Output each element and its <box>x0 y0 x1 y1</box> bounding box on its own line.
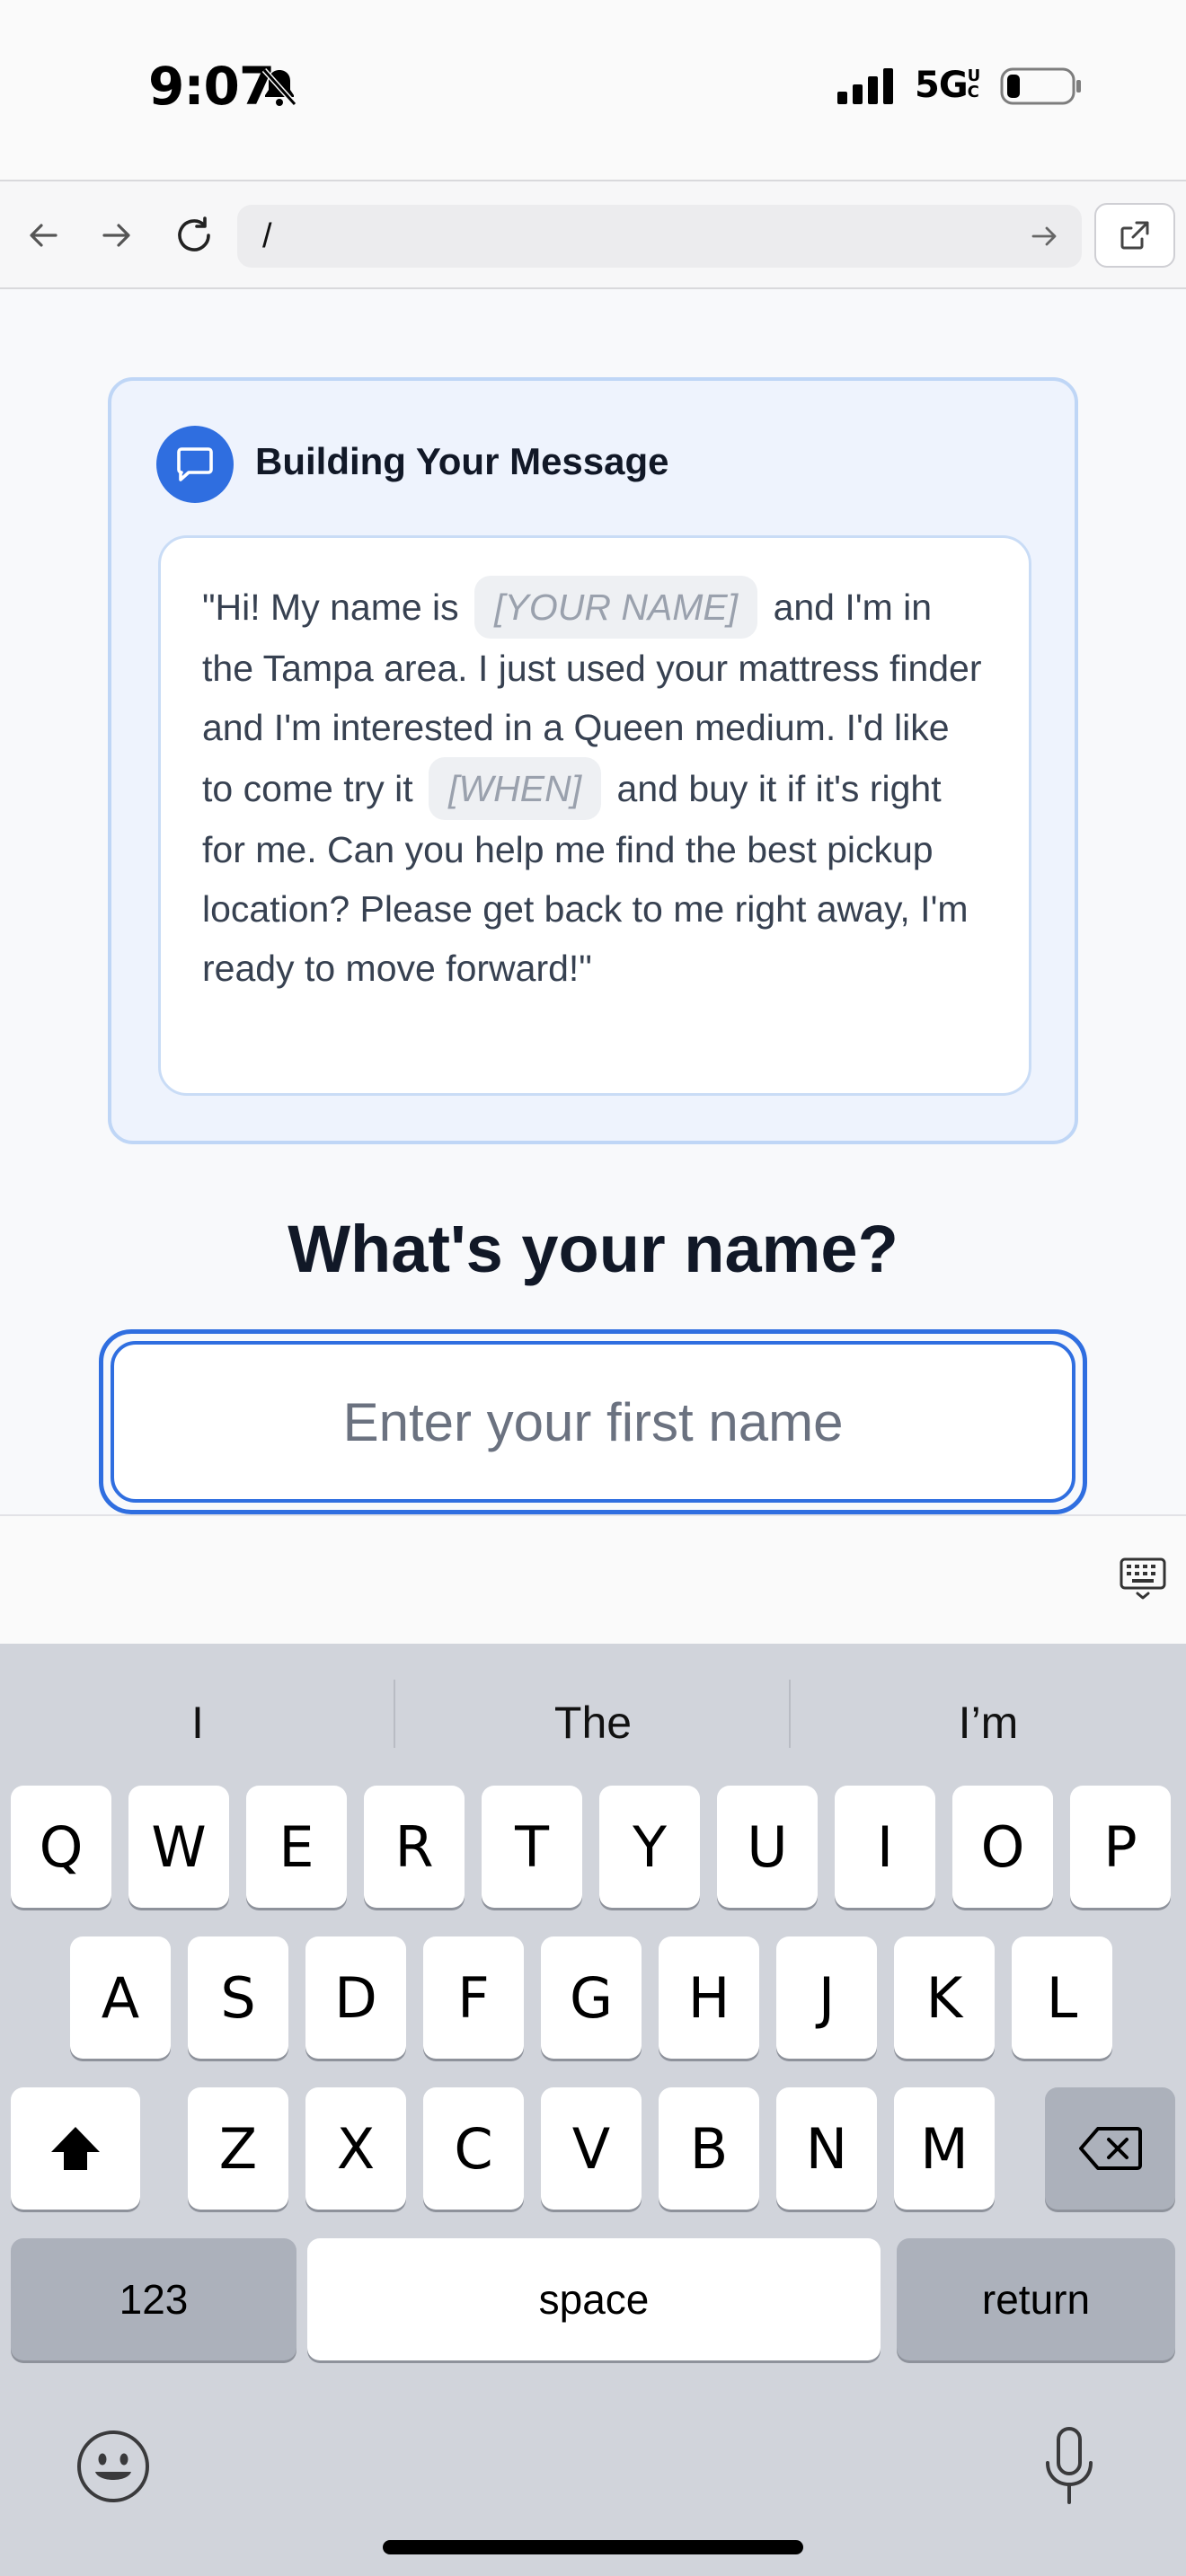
key-t[interactable]: T <box>482 1786 582 1908</box>
chat-bubble-icon <box>177 447 213 481</box>
card-icon-badge <box>156 426 234 503</box>
key-v[interactable]: V <box>541 2087 642 2210</box>
url-text: / <box>262 217 272 255</box>
home-indicator <box>383 2540 803 2554</box>
browser-toolbar: / <box>0 180 1186 289</box>
key-a[interactable]: A <box>70 1936 171 2059</box>
external-link-icon <box>1120 221 1149 250</box>
key-r[interactable]: R <box>364 1786 465 1908</box>
go-arrow-icon[interactable] <box>1028 219 1062 253</box>
battery-icon <box>1000 67 1081 105</box>
when-placeholder-chip: [WHEN] <box>429 757 602 820</box>
key-n[interactable]: N <box>776 2087 877 2210</box>
return-key[interactable]: return <box>897 2238 1175 2360</box>
on-screen-keyboard: I The I’m Q W E R T Y U I O P A S D F G … <box>0 1644 1186 2576</box>
keyboard-accessory-bar <box>0 1514 1186 1644</box>
shift-key[interactable] <box>11 2087 140 2210</box>
reload-button[interactable] <box>169 210 219 260</box>
suggestion-2[interactable]: The <box>395 1680 791 1766</box>
cellular-signal-icon <box>837 68 893 104</box>
bell-muted-icon <box>261 67 297 107</box>
suggestion-1[interactable]: I <box>0 1680 395 1766</box>
first-name-input[interactable] <box>111 1341 1075 1503</box>
key-u[interactable]: U <box>717 1786 818 1908</box>
key-b[interactable]: B <box>659 2087 759 2210</box>
microphone-icon[interactable] <box>1040 2425 1098 2508</box>
key-d[interactable]: D <box>305 1936 406 2059</box>
arrow-left-icon <box>30 224 58 247</box>
key-k[interactable]: K <box>894 1936 995 2059</box>
reload-icon <box>178 216 210 251</box>
key-m[interactable]: M <box>894 2087 995 2210</box>
key-f[interactable]: F <box>423 1936 524 2059</box>
key-y[interactable]: Y <box>599 1786 700 1908</box>
open-external-button[interactable] <box>1094 203 1175 268</box>
address-bar[interactable]: / <box>237 205 1082 268</box>
delete-backward-icon <box>1078 2127 1142 2170</box>
shift-arrow-icon <box>51 2127 100 2170</box>
key-c[interactable]: C <box>423 2087 524 2210</box>
message-text-box: "Hi! My name is [YOUR NAME] and I'm in t… <box>158 535 1031 1096</box>
key-i[interactable]: I <box>835 1786 935 1908</box>
status-time: 9:07 <box>148 56 275 117</box>
message-text-part: "Hi! My name is <box>202 587 459 628</box>
status-bar: 9:07 5GUC <box>0 0 1186 180</box>
key-p[interactable]: P <box>1070 1786 1171 1908</box>
key-j[interactable]: J <box>776 1936 877 2059</box>
question-title: What's your name? <box>288 1212 898 1286</box>
forward-button[interactable] <box>92 210 142 260</box>
emoji-icon[interactable] <box>75 2429 151 2504</box>
network-type-label: 5GUC <box>915 65 980 106</box>
numbers-key[interactable]: 123 <box>11 2238 296 2360</box>
key-h[interactable]: H <box>659 1936 759 2059</box>
key-l[interactable]: L <box>1012 1936 1112 2059</box>
backspace-key[interactable] <box>1045 2087 1175 2210</box>
key-w[interactable]: W <box>128 1786 229 1908</box>
key-g[interactable]: G <box>541 1936 642 2059</box>
suggestion-3[interactable]: I’m <box>791 1680 1186 1766</box>
message-preview-card: Building Your Message "Hi! My name is [Y… <box>108 377 1078 1144</box>
arrow-right-icon <box>102 224 130 247</box>
name-placeholder-chip: [YOUR NAME] <box>474 576 758 639</box>
key-z[interactable]: Z <box>188 2087 288 2210</box>
key-q[interactable]: Q <box>11 1786 111 1908</box>
key-e[interactable]: E <box>246 1786 347 1908</box>
key-x[interactable]: X <box>305 2087 406 2210</box>
keyboard-dismiss-icon[interactable] <box>1118 1552 1168 1602</box>
key-o[interactable]: O <box>952 1786 1053 1908</box>
name-input-focus-ring <box>99 1329 1087 1514</box>
back-button[interactable] <box>18 210 68 260</box>
card-title: Building Your Message <box>255 440 669 482</box>
key-s[interactable]: S <box>188 1936 288 2059</box>
space-key[interactable]: space <box>307 2238 881 2360</box>
